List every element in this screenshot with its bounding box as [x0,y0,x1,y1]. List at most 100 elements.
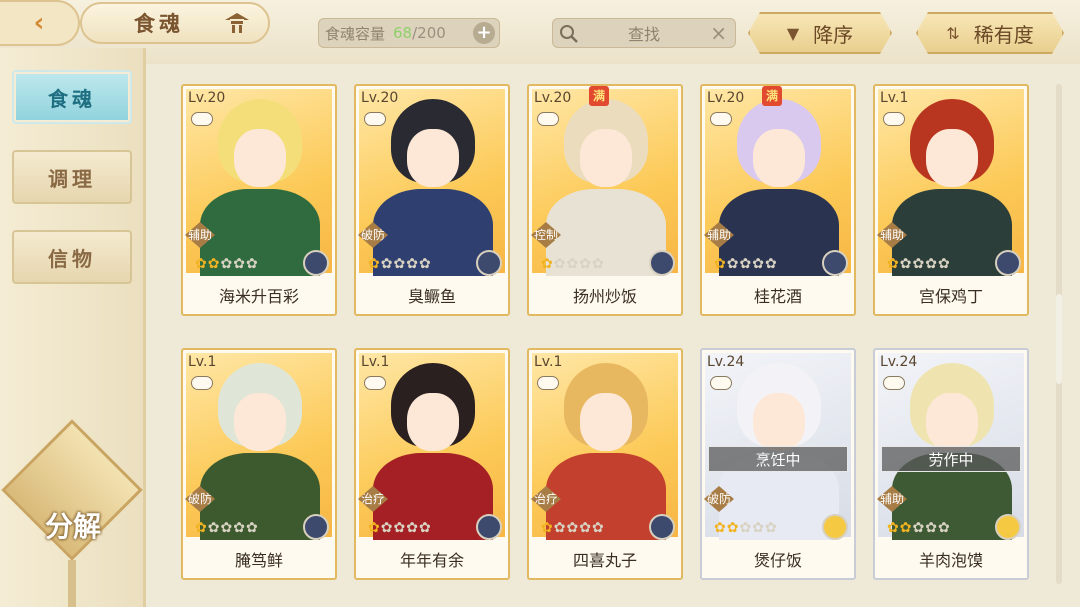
food-soul-card[interactable]: Lv.24 辅助 劳作中 ✿✿✿✿✿ 羊肉泡馍 [873,348,1029,580]
portrait-face [580,393,632,451]
sidebar-item-label: 食魂 [48,86,96,111]
dish-icon [537,376,559,390]
portrait-face [580,129,632,187]
pavilion-home-icon[interactable] [224,11,250,35]
element-icon [995,250,1021,276]
card-name: 桂花酒 [702,276,854,314]
flame-icon: ✿ [195,520,208,536]
flame-icon: ✿ [207,256,221,272]
back-button[interactable]: ‹ [0,0,80,46]
capacity-current: 68 [393,24,413,42]
capacity-max: /200 [412,24,446,42]
dish-icon [710,376,732,390]
star-rating: ✿✿✿✿✿ [714,520,778,536]
flame-icon: ✿ [541,520,554,536]
card-name: 臭鳜鱼 [356,276,508,314]
food-soul-card[interactable]: Lv.24 破防 烹饪中 ✿✿✿✿✿ 煲仔饭 [700,348,856,580]
flame-icon: ✿ [393,256,407,272]
decompose-label[interactable]: 分解 [30,505,116,545]
flame-icon: ✿ [233,520,246,536]
star-rating: ✿✿✿✿✿ [368,256,432,272]
sort-order-label: 降序 [813,22,854,47]
food-soul-card[interactable]: Lv.20 辅助 ✿✿✿✿✿ 海米升百彩 [181,84,337,316]
flame-icon: ✿ [739,520,753,536]
rarity-label: 稀有度 [973,22,1034,47]
element-icon [476,250,502,276]
card-name: 煲仔饭 [702,540,854,578]
flame-icon: ✿ [245,256,259,272]
card-name: 羊肉泡馍 [875,540,1027,578]
portrait-face [753,129,805,187]
scroll-thumb[interactable] [1056,294,1062,384]
level-label: Lv.1 [880,90,909,106]
sidebar-item-food-soul[interactable]: 食魂 [12,70,132,124]
flame-icon: ✿ [752,520,765,536]
flame-icon: ✿ [406,520,419,536]
element-icon [476,514,502,540]
tassel-ornament [68,560,76,607]
flame-icon: ✿ [380,520,394,536]
dish-icon [191,376,213,390]
star-rating: ✿✿✿✿✿ [541,520,605,536]
flame-icon: ✿ [912,520,926,536]
element-icon [822,250,848,276]
food-soul-card[interactable]: Lv.1 治疗 ✿✿✿✿✿ 年年有余 [354,348,510,580]
food-soul-card[interactable]: Lv.1 辅助 ✿✿✿✿✿ 宫保鸡丁 [873,84,1029,316]
star-rating: ✿✿✿✿✿ [368,520,432,536]
flame-icon: ✿ [195,256,208,272]
capacity-display: 食魂容量 68 /200 + [318,18,500,48]
scrollbar[interactable] [1056,84,1062,584]
card-name: 四喜丸子 [529,540,681,578]
flame-icon: ✿ [899,520,913,536]
level-label: Lv.20 [188,90,226,106]
food-soul-card[interactable]: Lv.20 破防 ✿✿✿✿✿ 臭鳜鱼 [354,84,510,316]
flame-icon: ✿ [887,256,900,272]
flame-icon: ✿ [764,256,778,272]
flame-icon: ✿ [887,520,900,536]
food-soul-card[interactable]: Lv.1 治疗 ✿✿✿✿✿ 四喜丸子 [527,348,683,580]
flame-icon: ✿ [714,256,727,272]
element-icon [649,514,675,540]
flame-icon: ✿ [739,256,753,272]
flame-icon: ✿ [566,520,580,536]
dish-icon [191,112,213,126]
level-label: Lv.20 [707,90,745,106]
flame-icon: ✿ [368,256,381,272]
dish-icon [883,376,905,390]
search-icon [560,25,578,43]
flame-icon: ✿ [925,520,938,536]
clear-icon[interactable]: × [710,21,727,45]
dish-icon [364,112,386,126]
element-icon [303,514,329,540]
search-input[interactable]: 查找 × [552,18,736,48]
star-rating: ✿✿✿✿✿ [887,256,951,272]
sort-order-button[interactable]: ▼ 降序 [748,12,892,54]
flame-icon: ✿ [220,520,234,536]
element-icon [995,514,1021,540]
card-name: 年年有余 [356,540,508,578]
star-rating: ✿✿✿✿✿ [195,520,259,536]
flame-icon: ✿ [418,520,432,536]
food-soul-card[interactable]: Lv.20 满辅助 ✿✿✿✿✿ 桂花酒 [700,84,856,316]
max-level-badge: 满 [589,86,609,106]
flame-icon: ✿ [380,256,394,272]
food-soul-card[interactable]: Lv.1 破防 ✿✿✿✿✿ 腌笃鲜 [181,348,337,580]
status-overlay: 烹饪中 [708,446,848,472]
rarity-filter-button[interactable]: ⇅ 稀有度 [916,12,1064,54]
food-soul-card[interactable]: Lv.20 满控制 ✿✿✿✿✿ 扬州炒饭 [527,84,683,316]
star-rating: ✿✿✿✿✿ [541,256,605,272]
card-name: 腌笃鲜 [183,540,335,578]
back-arrow-icon: ‹ [33,8,45,38]
level-label: Lv.1 [361,354,390,370]
flame-icon: ✿ [925,256,938,272]
flame-icon: ✿ [714,520,727,536]
sidebar-item-label: 信物 [48,246,96,271]
flame-icon: ✿ [591,256,605,272]
sidebar-item-tokens[interactable]: 信物 [12,230,132,284]
sidebar-item-cooking[interactable]: 调理 [12,150,132,204]
level-label: Lv.24 [880,354,918,370]
max-level-badge: 满 [762,86,782,106]
expand-capacity-plus-icon[interactable]: + [473,22,495,44]
element-icon [822,514,848,540]
sidebar-item-label: 调理 [48,166,96,191]
